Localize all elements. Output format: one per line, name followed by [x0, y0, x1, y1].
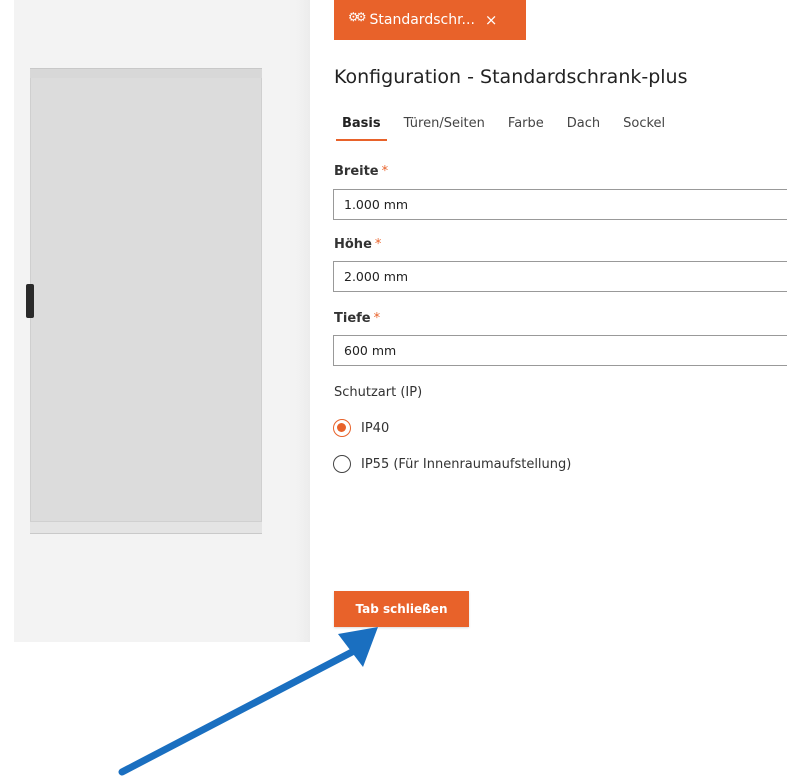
config-tab-label: Standardschr... [369, 12, 475, 28]
tab-base[interactable]: Sockel [623, 116, 665, 141]
width-label-text: Breite [334, 164, 379, 179]
cabinet-door [30, 78, 262, 521]
depth-label-text: Tiefe [334, 311, 371, 326]
annotation-arrow-head [338, 627, 378, 667]
radio-ip55[interactable]: IP55 (Für Innenraumaufstellung) [333, 455, 571, 473]
required-marker: * [373, 311, 381, 326]
width-label: Breite * [334, 164, 388, 179]
tab-basis[interactable]: Basis [336, 116, 387, 141]
height-label: Höhe * [334, 237, 381, 252]
tab-color[interactable]: Farbe [508, 116, 544, 141]
cabinet-image [26, 68, 262, 534]
width-field[interactable] [333, 189, 787, 220]
preview-edge-shadow [296, 0, 310, 642]
config-subtabs: Basis Türen/Seiten Farbe Dach Sockel [336, 116, 688, 141]
depth-label: Tiefe * [334, 311, 380, 326]
required-marker: * [381, 164, 389, 179]
tab-roof[interactable]: Dach [567, 116, 600, 141]
radio-ip40-label: IP40 [361, 420, 390, 436]
annotation-arrow-shaft [118, 648, 356, 776]
height-label-text: Höhe [334, 237, 372, 252]
radio-checked-icon[interactable] [333, 419, 351, 437]
gears-icon: ⚙⚙ [348, 10, 366, 24]
required-marker: * [374, 237, 382, 252]
cabinet-door-handle [26, 284, 34, 318]
close-tab-button[interactable]: Tab schließen [334, 591, 469, 627]
radio-unchecked-icon[interactable] [333, 455, 351, 473]
cabinet-base-rail [30, 521, 262, 534]
protection-class-label: Schutzart (IP) [334, 385, 423, 400]
radio-ip55-label: IP55 (Für Innenraumaufstellung) [361, 456, 572, 472]
close-icon[interactable]: × [485, 11, 498, 29]
config-tab[interactable]: ⚙⚙ Standardschr... × [334, 0, 526, 40]
radio-ip40[interactable]: IP40 [333, 419, 389, 437]
page: ⚙⚙ Standardschr... × Konfiguration - Sta… [0, 0, 787, 779]
tab-doors-sides[interactable]: Türen/Seiten [404, 116, 485, 141]
depth-field[interactable] [333, 335, 787, 366]
height-field[interactable] [333, 261, 787, 292]
product-preview-panel [14, 0, 310, 642]
page-title: Konfiguration - Standardschrank-plus [334, 66, 688, 88]
